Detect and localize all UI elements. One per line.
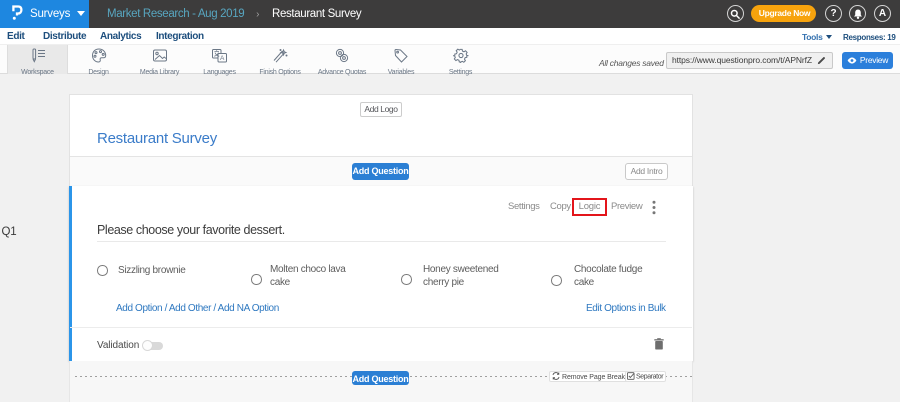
svg-text:A: A xyxy=(220,55,225,62)
